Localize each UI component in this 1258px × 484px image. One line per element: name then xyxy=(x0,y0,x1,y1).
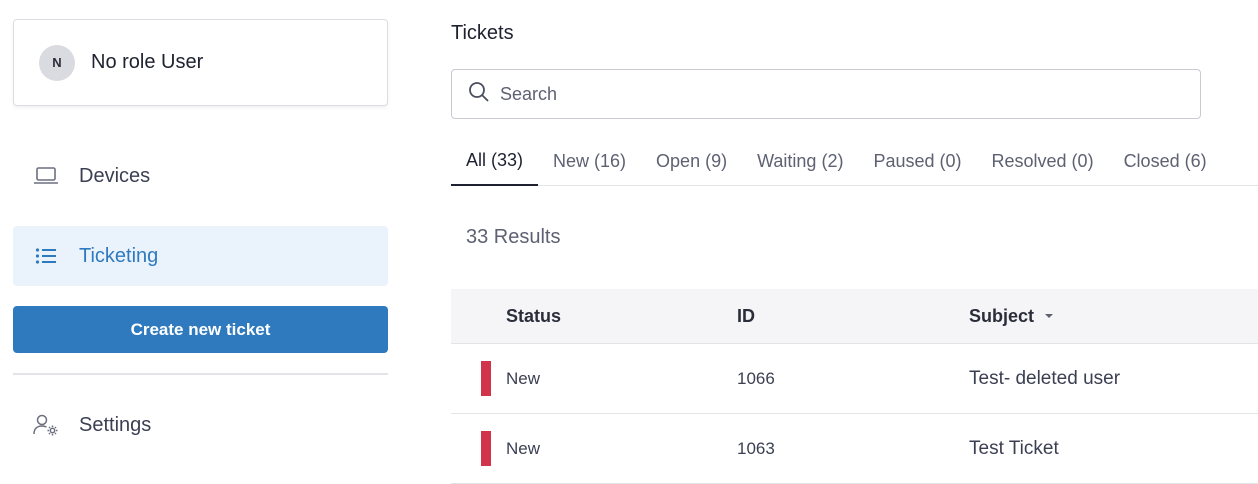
status-indicator xyxy=(481,431,491,466)
table-header: Status ID Subject xyxy=(451,289,1258,344)
table-row[interactable]: New 1063 Test Ticket xyxy=(451,414,1258,484)
cell-id: 1063 xyxy=(737,438,775,458)
page-title: Tickets xyxy=(451,22,514,44)
tab-all[interactable]: All (33) xyxy=(451,138,539,186)
cell-status: New xyxy=(506,438,541,458)
tab-waiting[interactable]: Waiting (2) xyxy=(742,138,858,186)
tab-resolved[interactable]: Resolved (0) xyxy=(977,138,1109,186)
create-new-ticket-button[interactable]: Create new ticket xyxy=(13,306,388,353)
search-box[interactable] xyxy=(451,69,1201,119)
laptop-icon xyxy=(33,163,59,189)
user-name: No role User xyxy=(91,51,204,73)
column-header-subject[interactable]: Subject xyxy=(969,306,1054,327)
user-gear-icon xyxy=(33,412,59,438)
sidebar-item-settings[interactable]: Settings xyxy=(13,395,388,455)
status-tabs: All (33) New (16) Open (9) Waiting (2) P… xyxy=(451,138,1258,186)
main-content: Tickets All (33) New (16) Open (9) Waiti… xyxy=(451,0,1258,484)
tab-open[interactable]: Open (9) xyxy=(641,138,742,186)
cell-id: 1066 xyxy=(737,368,775,388)
sidebar-item-label: Ticketing xyxy=(79,244,159,267)
sidebar-divider xyxy=(13,373,388,375)
tab-closed[interactable]: Closed (6) xyxy=(1109,138,1222,186)
sidebar-item-ticketing[interactable]: Ticketing xyxy=(13,226,388,286)
caret-down-icon xyxy=(1044,313,1054,319)
column-header-status[interactable]: Status xyxy=(506,306,561,327)
column-header-label: Subject xyxy=(969,305,1035,326)
cell-subject: Test Ticket xyxy=(969,437,1059,459)
sidebar-item-devices[interactable]: Devices xyxy=(13,146,388,206)
search-icon xyxy=(468,81,490,108)
sidebar-item-label: Settings xyxy=(79,413,152,436)
search-input[interactable] xyxy=(500,83,1150,105)
column-header-id[interactable]: ID xyxy=(737,306,755,327)
table-row[interactable]: New 1066 Test- deleted user xyxy=(451,344,1258,414)
tickets-table: Status ID Subject New 1066 Test- deleted… xyxy=(451,289,1258,484)
sidebar: N No role User Devices Ticketing Create … xyxy=(0,0,400,482)
avatar: N xyxy=(39,44,75,81)
status-indicator xyxy=(481,361,491,396)
tab-paused[interactable]: Paused (0) xyxy=(858,138,976,186)
user-card[interactable]: N No role User xyxy=(13,19,388,106)
list-icon xyxy=(33,243,59,269)
sidebar-item-label: Devices xyxy=(79,164,151,187)
cell-subject: Test- deleted user xyxy=(969,367,1121,389)
cell-status: New xyxy=(506,368,541,388)
results-count: 33 Results xyxy=(466,226,561,248)
tab-new[interactable]: New (16) xyxy=(538,138,641,186)
